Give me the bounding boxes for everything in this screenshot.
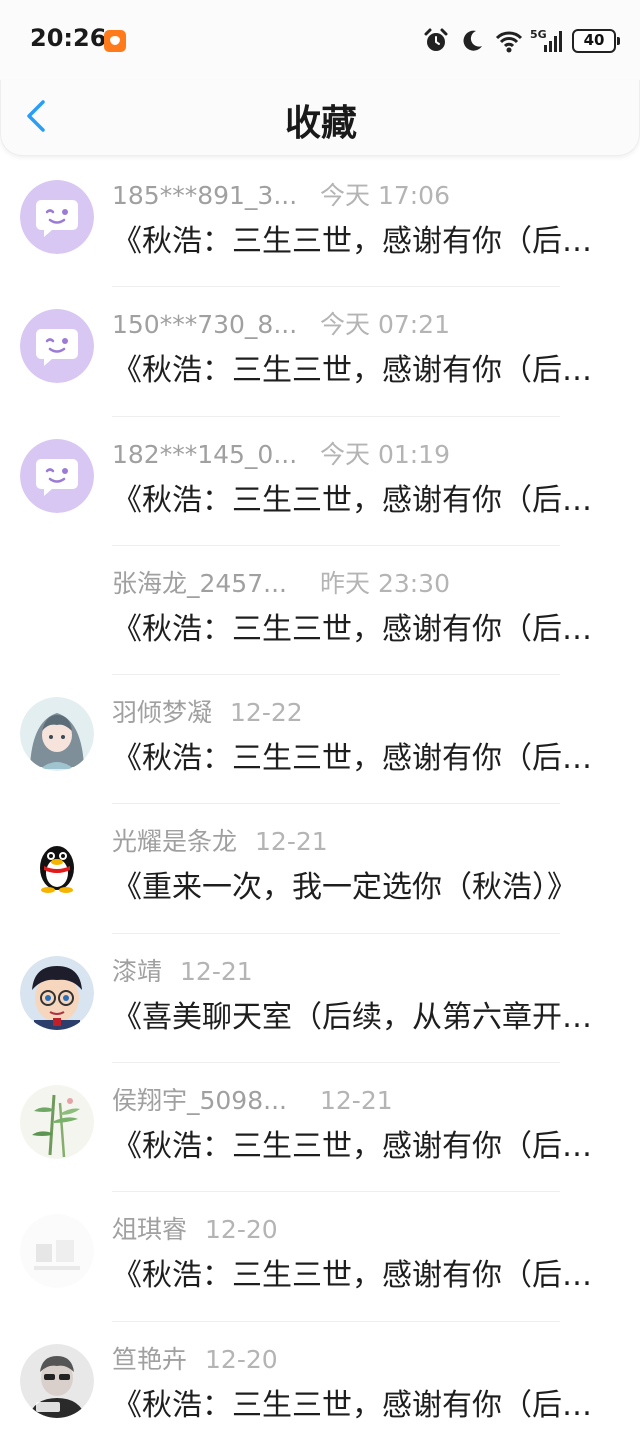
list-item[interactable]: 漆靖 12-21 《喜美聊天室（后续，从第六章开始... [0, 934, 640, 1064]
item-meta: 182***145_0... 今天 01:19 [112, 435, 450, 471]
list-item[interactable]: 侯翔宇_5098... 12-21 《秋浩：三生三世，感谢有你（后续... [0, 1063, 640, 1193]
avatar[interactable] [20, 1214, 94, 1289]
list-item[interactable]: 笪艳卉 12-20 《秋浩：三生三世，感谢有你（后续... [0, 1322, 640, 1451]
penguin-avatar-icon [20, 826, 94, 901]
item-message: 《重来一次，我一定选你（秋浩）》 [112, 870, 577, 906]
avatar[interactable] [20, 567, 94, 642]
list-item[interactable]: 羽倾梦凝 12-22 《秋浩：三生三世，感谢有你（后续... [0, 675, 640, 805]
bamboo-avatar-icon [20, 1085, 94, 1160]
list-item[interactable]: 182***145_0... 今天 01:19 《秋浩：三生三世，感谢有你（后续.… [0, 417, 640, 546]
item-meta: 张海龙_2457... 昨天 23:30 [112, 564, 450, 600]
chat-bubble-avatar-icon [20, 309, 94, 384]
item-date: 12-20 [205, 1344, 278, 1374]
status-time: 20:26 [30, 24, 107, 52]
item-meta: 漆靖 12-21 [112, 952, 253, 988]
item-date: 12-21 [180, 956, 253, 986]
list-item[interactable]: 张海龙_2457... 昨天 23:30 《秋浩：三生三世，感谢有你（后续... [0, 546, 640, 676]
list-item[interactable]: 150***730_8... 今天 07:21 《秋浩：三生三世，感谢有你（后续.… [0, 287, 640, 417]
sender-name: 张海龙_2457... [112, 568, 287, 598]
nav-header: 收藏 [0, 80, 640, 156]
item-message: 《秋浩：三生三世，感谢有你（后续... [112, 1258, 612, 1294]
sender-name: 俎琪睿 [112, 1215, 188, 1245]
avatar[interactable] [20, 697, 94, 772]
avatar[interactable] [20, 1085, 94, 1160]
wifi-icon [494, 27, 523, 55]
sender-name: 150***730_8... [112, 310, 298, 340]
item-date: 今天 01:19 [320, 439, 450, 469]
item-message: 《秋浩：三生三世，感谢有你（后续... [112, 741, 612, 777]
item-meta: 笪艳卉 12-20 [112, 1340, 278, 1376]
chat-bubble-avatar-icon [20, 180, 94, 254]
avatar[interactable] [20, 438, 94, 513]
item-date: 12-21 [255, 827, 328, 857]
avatar[interactable] [20, 1343, 94, 1418]
list-item[interactable]: 光耀是条龙 12-21 《重来一次，我一定选你（秋浩）》 [0, 804, 640, 934]
photo-avatar-icon [20, 1214, 94, 1289]
item-meta: 羽倾梦凝 12-22 [112, 693, 303, 729]
alarm-icon [422, 27, 450, 55]
item-meta: 150***730_8... 今天 07:21 [112, 305, 450, 341]
list-item[interactable]: 185***891_3... 今天 17:06 《秋浩：三生三世，感谢有你（后续.… [0, 158, 640, 288]
moon-icon [458, 27, 486, 55]
sender-name: 侯翔宇_5098... [112, 1086, 287, 1116]
item-message: 《秋浩：三生三世，感谢有你（后续... [112, 611, 612, 647]
item-date: 12-20 [205, 1215, 278, 1245]
page-title: 收藏 [284, 103, 357, 144]
sender-name: 光耀是条龙 [112, 827, 238, 857]
item-message: 《秋浩：三生三世，感谢有你（后续... [112, 1387, 612, 1423]
item-date: 今天 07:21 [320, 310, 450, 340]
avatar[interactable] [20, 826, 94, 901]
status-bar: 20:26 5G 40 [0, 0, 640, 80]
cartoon-boy-avatar-icon [20, 955, 94, 1030]
status-icons: 5G 40 [422, 26, 620, 56]
item-message: 《秋浩：三生三世，感谢有你（后续... [112, 353, 612, 389]
item-message: 《喜美聊天室（后续，从第六章开始... [112, 999, 612, 1035]
sender-name: 笪艳卉 [112, 1344, 188, 1374]
item-meta: 侯翔宇_5098... 12-21 [112, 1081, 393, 1117]
chat-bubble-avatar-icon [20, 438, 94, 513]
battery-indicator: 40 [572, 29, 620, 53]
sender-name: 185***891_3... [112, 181, 298, 210]
item-date: 昨天 23:30 [320, 568, 450, 598]
notification-app-icon [104, 30, 126, 52]
avatar[interactable] [20, 309, 94, 384]
item-date: 今天 17:06 [320, 181, 450, 210]
avatar[interactable] [20, 180, 94, 254]
anime-girl-avatar-icon [20, 697, 94, 772]
item-date: 12-22 [230, 698, 303, 728]
item-message: 《秋浩：三生三世，感谢有你（后续... [112, 482, 612, 518]
svg-text:5G: 5G [530, 28, 547, 41]
item-meta: 俎琪睿 12-20 [112, 1210, 278, 1246]
sender-name: 漆靖 [112, 956, 163, 986]
sender-name: 182***145_0... [112, 439, 298, 469]
item-message: 《秋浩：三生三世，感谢有你（后续... [112, 1129, 612, 1165]
favorites-list: 185***891_3... 今天 17:06 《秋浩：三生三世，感谢有你（后续.… [0, 158, 640, 1451]
cellular-5g-icon: 5G [530, 27, 564, 55]
item-message: 《秋浩：三生三世，感谢有你（后续... [112, 224, 612, 259]
sender-name: 羽倾梦凝 [112, 698, 213, 728]
avatar[interactable] [20, 955, 94, 1030]
list-item[interactable]: 俎琪睿 12-20 《秋浩：三生三世，感谢有你（后续... [0, 1192, 640, 1322]
item-date: 12-21 [320, 1086, 393, 1116]
item-meta: 185***891_3... 今天 17:06 [112, 176, 450, 212]
item-meta: 光耀是条龙 12-21 [112, 822, 328, 858]
person-sunglasses-avatar-icon [20, 1343, 94, 1418]
